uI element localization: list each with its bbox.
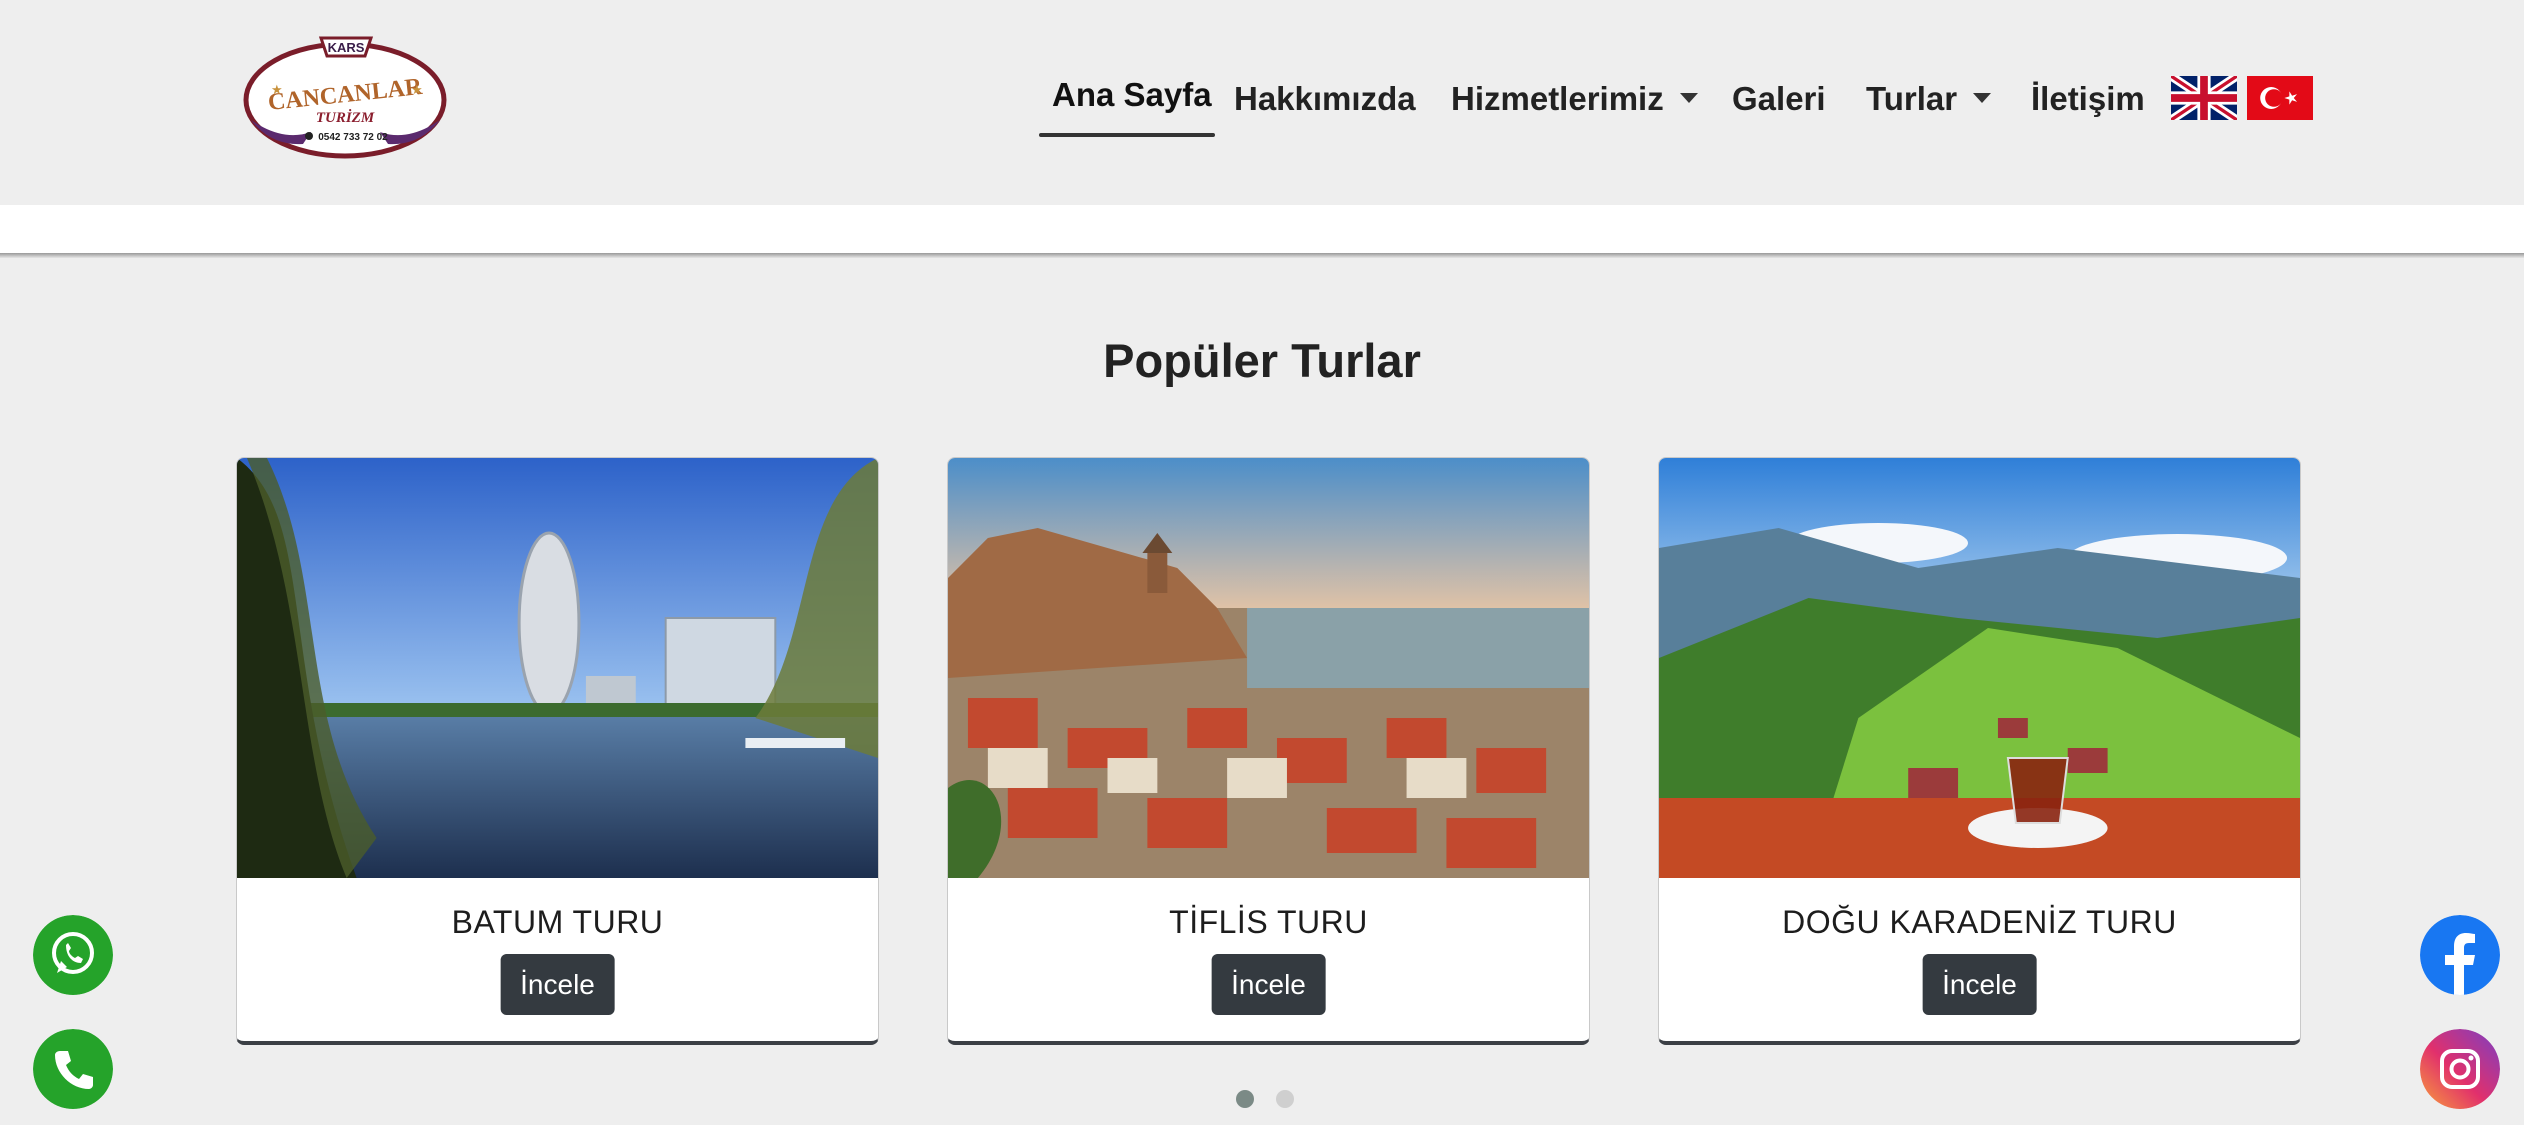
instagram-icon[interactable] bbox=[2420, 1029, 2500, 1109]
incele-button[interactable]: İncele bbox=[500, 954, 615, 1015]
tour-card-title: BATUM TURU bbox=[451, 904, 664, 940]
tour-card-tiflis: TİFLİS TURU İncele bbox=[947, 457, 1590, 1045]
logo-top-text: KARS bbox=[328, 40, 365, 55]
carousel-dot-2[interactable] bbox=[1276, 1090, 1294, 1108]
phone-icon[interactable] bbox=[33, 1029, 113, 1109]
nav-iletisim[interactable]: İletişim bbox=[2031, 80, 2145, 118]
chevron-down-icon bbox=[1973, 93, 1992, 104]
section-title: Popüler Turlar bbox=[1103, 334, 1421, 387]
tour-card-batum: BATUM TURU İncele bbox=[236, 457, 879, 1045]
main-nav: Ana Sayfa Hakkımızda Hizmetlerimiz Galer… bbox=[0, 70, 2524, 140]
tour-card-title: TİFLİS TURU bbox=[1169, 904, 1368, 940]
nav-ana-sayfa[interactable]: Ana Sayfa bbox=[1052, 76, 1212, 114]
tbilisi-old-town-image bbox=[948, 458, 1589, 878]
nav-turlar-label: Turlar bbox=[1866, 80, 1958, 117]
nav-hizmetlerimiz-label: Hizmetlerimiz bbox=[1451, 80, 1664, 117]
active-nav-underline bbox=[1039, 133, 1215, 137]
incele-button[interactable]: İncele bbox=[1211, 954, 1326, 1015]
batumi-lake-skyline-image bbox=[237, 458, 878, 878]
nav-hakkimizda[interactable]: Hakkımızda bbox=[1234, 80, 1416, 118]
turkey-flag-icon[interactable] bbox=[2247, 76, 2313, 120]
tour-card-dogu-karadeniz: DOĞU KARADENİZ TURU İncele bbox=[1658, 457, 2301, 1045]
header-divider bbox=[0, 253, 2524, 258]
tour-card-title: DOĞU KARADENİZ TURU bbox=[1782, 904, 2177, 940]
site-header: KARS CANCANLAR TURİZM 0542 733 72 02 ★ ★… bbox=[0, 0, 2524, 205]
black-sea-plateau-tea-image bbox=[1659, 458, 2300, 878]
uk-flag-icon[interactable] bbox=[2171, 76, 2237, 120]
carousel-dot-1[interactable] bbox=[1236, 1090, 1254, 1108]
chevron-down-icon bbox=[1679, 93, 1698, 104]
nav-turlar[interactable]: Turlar bbox=[1866, 80, 1992, 118]
nav-hizmetlerimiz[interactable]: Hizmetlerimiz bbox=[1451, 80, 1698, 118]
facebook-icon[interactable] bbox=[2420, 915, 2500, 995]
whatsapp-icon[interactable] bbox=[33, 915, 113, 995]
incele-button[interactable]: İncele bbox=[1922, 954, 2037, 1015]
nav-galeri[interactable]: Galeri bbox=[1732, 80, 1826, 118]
header-band bbox=[0, 205, 2524, 255]
